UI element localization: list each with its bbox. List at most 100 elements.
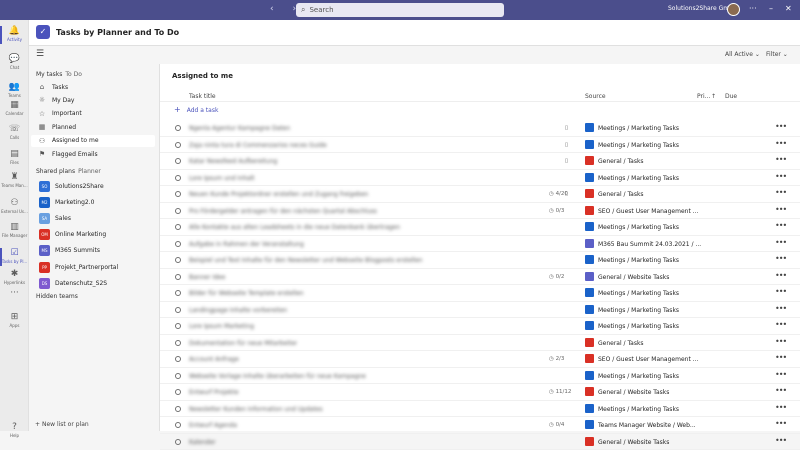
task-row[interactable]: Pro Fördergelder antragen für den nächst… bbox=[160, 203, 800, 220]
rail-item[interactable]: ▦Calendar bbox=[0, 100, 29, 116]
more-options-icon[interactable]: ••• bbox=[775, 287, 786, 296]
complete-checkbox[interactable] bbox=[175, 241, 181, 247]
more-options-icon[interactable]: ••• bbox=[775, 386, 786, 395]
rail-item[interactable]: 💬Chat bbox=[0, 54, 29, 70]
more-options-icon[interactable]: ••• bbox=[775, 155, 786, 164]
complete-checkbox[interactable] bbox=[175, 257, 181, 263]
nav-item[interactable]: ☼My Day bbox=[31, 94, 155, 106]
complete-checkbox[interactable] bbox=[175, 224, 181, 230]
menu-icon[interactable]: ☰ bbox=[36, 49, 44, 59]
more-options-icon[interactable]: ••• bbox=[775, 304, 786, 313]
more-options-icon[interactable]: ••• bbox=[775, 205, 786, 214]
task-title[interactable]: Webseite Vorlage Inhalte überarbeiten fü… bbox=[189, 373, 366, 380]
task-title[interactable]: Account Anfrage bbox=[189, 356, 239, 363]
more-options-icon[interactable]: ••• bbox=[775, 419, 786, 428]
complete-checkbox[interactable] bbox=[175, 323, 181, 329]
more-options-icon[interactable]: ••• bbox=[775, 353, 786, 362]
task-row[interactable]: Bilder für Webseite Template erstellenMe… bbox=[160, 285, 800, 302]
nav-item[interactable]: ⚑Flagged Emails bbox=[31, 148, 155, 160]
task-title[interactable]: Lore Ipsum und Inhalt bbox=[189, 175, 255, 182]
complete-checkbox[interactable] bbox=[175, 125, 181, 131]
complete-checkbox[interactable] bbox=[175, 439, 181, 445]
more-options-icon[interactable]: ••• bbox=[775, 320, 786, 329]
nav-item[interactable]: ☆Important bbox=[31, 108, 155, 120]
nav-item[interactable]: ▦Planned bbox=[31, 121, 155, 133]
plan-item[interactable]: M2Marketing2.0 bbox=[39, 195, 94, 209]
task-row[interactable]: Neuen Kunde Projektordner erstellen und … bbox=[160, 186, 800, 203]
task-row[interactable]: Entwurf Projekte◷ 11/12General / Website… bbox=[160, 384, 800, 401]
task-row[interactable]: Ngenla Agentur Kampagne Daten▯Meetings /… bbox=[160, 120, 800, 137]
col-task-title[interactable]: Task title bbox=[189, 93, 216, 100]
task-title[interactable]: Bilder für Webseite Template erstellen bbox=[189, 290, 304, 297]
rail-item[interactable]: 👥Teams bbox=[0, 82, 29, 98]
rail-item[interactable]: 🔔Activity bbox=[0, 26, 29, 42]
complete-checkbox[interactable] bbox=[175, 356, 181, 362]
filter-button[interactable]: Filter ⌄ bbox=[766, 51, 788, 58]
task-row[interactable]: Banner Idee◷ 0/2General / Website Tasks•… bbox=[160, 269, 800, 286]
task-title[interactable]: Lore Ipsum Marketing bbox=[189, 323, 254, 330]
complete-checkbox[interactable] bbox=[175, 142, 181, 148]
more-options-icon[interactable]: ••• bbox=[775, 188, 786, 197]
plan-item[interactable]: PPProjekt_Partnerportal bbox=[39, 260, 118, 274]
add-task-button[interactable]: +Add a task bbox=[174, 105, 218, 114]
rail-item[interactable]: ▤Files bbox=[0, 149, 29, 165]
task-row[interactable]: Webseite Vorlage Inhalte überarbeiten fü… bbox=[160, 368, 800, 385]
task-title[interactable]: Ngenla Agentur Kampagne Daten bbox=[189, 125, 290, 132]
task-row[interactable]: KalenderGeneral / Website Tasks••• bbox=[160, 434, 800, 450]
task-row[interactable]: Aufgabe in Rahmen der VeranstaltungM365 … bbox=[160, 236, 800, 253]
more-options-icon[interactable]: ••• bbox=[775, 436, 786, 445]
more-options-icon[interactable]: ••• bbox=[775, 139, 786, 148]
task-title[interactable]: Katar Newsfeed Aufbereitung bbox=[189, 158, 277, 165]
rail-item[interactable]: ?Help bbox=[0, 422, 29, 438]
task-title[interactable]: Zaja ninta tura di Commenzarios neces Gu… bbox=[189, 142, 327, 149]
col-due[interactable]: Due bbox=[725, 93, 737, 100]
task-title[interactable]: Beispiel und Text Inhalte für den Newsle… bbox=[189, 257, 422, 264]
more-options-icon[interactable]: ••• bbox=[775, 271, 786, 280]
task-title[interactable]: Neuen Kunde Projektordner erstellen und … bbox=[189, 191, 368, 198]
new-list-button[interactable]: + New list or plan bbox=[35, 421, 89, 428]
task-title[interactable]: Alle Kontakte aus alten Leadsheets in di… bbox=[189, 224, 400, 231]
task-row[interactable]: Landingpage Inhalte vorbereitenMeetings … bbox=[160, 302, 800, 319]
rail-item[interactable]: ⊞Apps bbox=[0, 312, 29, 328]
task-row[interactable]: Newsletter Kunden Information und Update… bbox=[160, 401, 800, 418]
task-title[interactable]: Banner Idee bbox=[189, 274, 225, 281]
task-row[interactable]: Alle Kontakte aus alten Leadsheets in di… bbox=[160, 219, 800, 236]
task-title[interactable]: Dokumentation für neue Mitarbeiter bbox=[189, 340, 297, 347]
rail-item[interactable]: ♜Teams Man... bbox=[0, 172, 29, 188]
task-row[interactable]: Entwurf Agenda◷ 0/4Teams Manager Website… bbox=[160, 417, 800, 434]
task-row[interactable]: Dokumentation für neue MitarbeiterGenera… bbox=[160, 335, 800, 352]
rail-item[interactable]: ··· bbox=[0, 288, 29, 299]
complete-checkbox[interactable] bbox=[175, 290, 181, 296]
task-title[interactable]: Landingpage Inhalte vorbereiten bbox=[189, 307, 287, 314]
rail-item[interactable]: ☑Tasks by Pl... bbox=[0, 248, 29, 264]
task-title[interactable]: Newsletter Kunden Information und Update… bbox=[189, 406, 323, 413]
complete-checkbox[interactable] bbox=[175, 406, 181, 412]
task-row[interactable]: Lore Ipsum MarketingMeetings / Marketing… bbox=[160, 318, 800, 335]
complete-checkbox[interactable] bbox=[175, 175, 181, 181]
task-row[interactable]: Zaja ninta tura di Commenzarios neces Gu… bbox=[160, 137, 800, 154]
task-row[interactable]: Lore Ipsum und InhaltMeetings / Marketin… bbox=[160, 170, 800, 187]
nav-item[interactable]: ⚇Assigned to me bbox=[31, 135, 155, 147]
more-options-icon[interactable]: ••• bbox=[775, 221, 786, 230]
nav-item[interactable]: ⌂Tasks bbox=[31, 81, 155, 93]
complete-checkbox[interactable] bbox=[175, 373, 181, 379]
complete-checkbox[interactable] bbox=[175, 274, 181, 280]
plan-item[interactable]: SASales bbox=[39, 211, 71, 225]
task-row[interactable]: Beispiel und Text Inhalte für den Newsle… bbox=[160, 252, 800, 269]
plan-item[interactable]: MSM365 Summits bbox=[39, 244, 100, 258]
col-priority[interactable]: Pri... bbox=[697, 93, 710, 100]
more-options-icon[interactable]: ••• bbox=[775, 122, 786, 131]
more-options-icon[interactable]: ••• bbox=[775, 337, 786, 346]
task-title[interactable]: Entwurf Agenda bbox=[189, 422, 237, 429]
complete-checkbox[interactable] bbox=[175, 191, 181, 197]
complete-checkbox[interactable] bbox=[175, 208, 181, 214]
task-title[interactable]: Entwurf Projekte bbox=[189, 389, 239, 396]
more-options-icon[interactable]: ••• bbox=[775, 254, 786, 263]
hidden-teams[interactable]: Hidden teams bbox=[36, 293, 78, 300]
close-icon[interactable]: ✕ bbox=[785, 4, 792, 13]
rail-item[interactable]: ✱Hyperlinks bbox=[0, 269, 29, 285]
task-title[interactable]: Kalender bbox=[189, 439, 216, 446]
complete-checkbox[interactable] bbox=[175, 422, 181, 428]
rail-item[interactable]: ⚇External Us... bbox=[0, 198, 29, 214]
task-title[interactable]: Aufgabe in Rahmen der Veranstaltung bbox=[189, 241, 304, 248]
